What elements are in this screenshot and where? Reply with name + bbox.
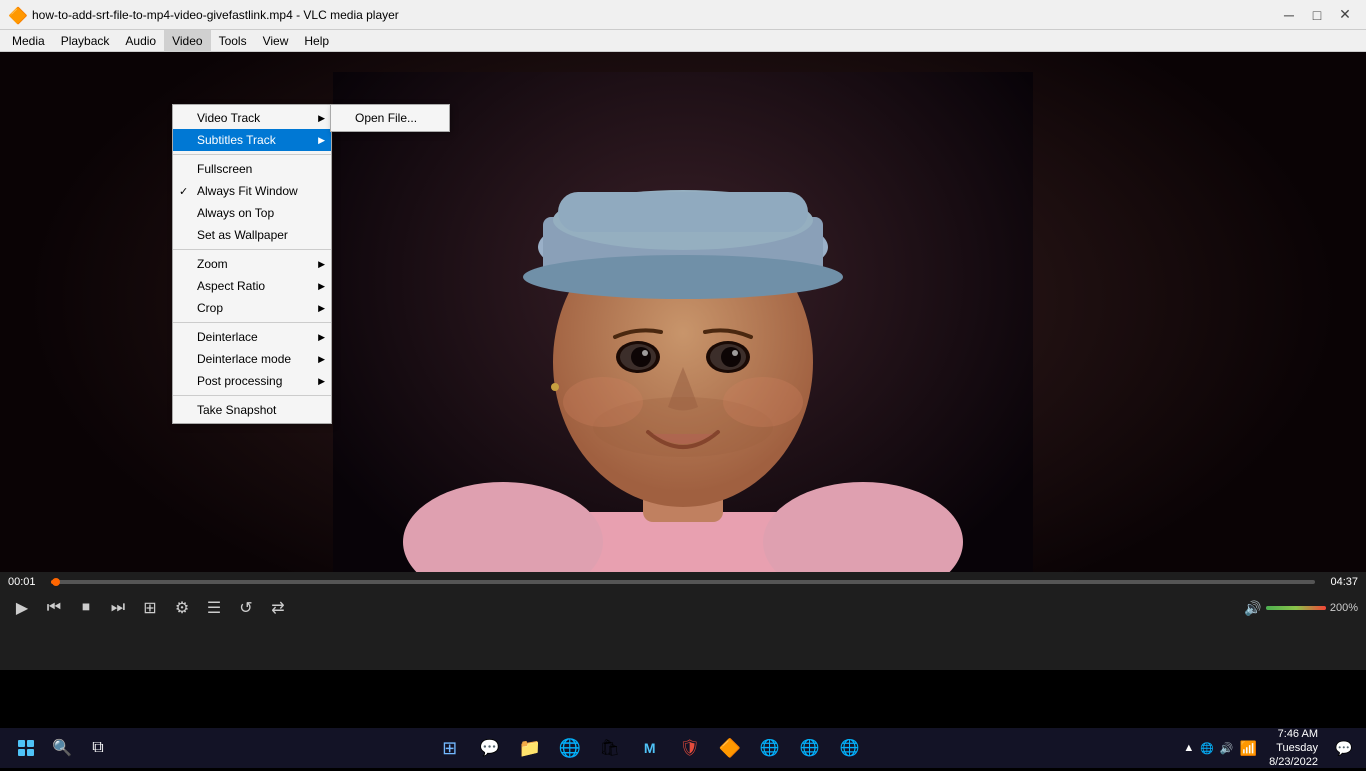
menu-help[interactable]: Help — [296, 30, 337, 52]
control-bar: 00:01 04:37 ▶ ⏮ ⏹ ⏭ ⊞ ⚙ ☰ ↺ ⇄ 🔊 200% — [0, 572, 1366, 670]
time-total: 04:37 — [1323, 576, 1358, 588]
taskbar-icon-chrome-3[interactable]: 🌐 — [832, 730, 868, 766]
taskbar-icon-vlc[interactable]: 🔶 — [712, 730, 748, 766]
video-area: Video Track Subtitles Track Fullscreen A… — [0, 52, 1366, 670]
random-button[interactable]: ⇄ — [264, 594, 292, 622]
menu-item-crop[interactable]: Crop — [173, 297, 331, 319]
stop-button[interactable]: ⏹ — [72, 594, 100, 622]
controls-row: ▶ ⏮ ⏹ ⏭ ⊞ ⚙ ☰ ↺ ⇄ 🔊 200% — [0, 590, 1366, 626]
loop-button[interactable]: ↺ — [232, 594, 260, 622]
progress-area: 00:01 04:37 — [0, 572, 1366, 590]
maximize-button[interactable]: □ — [1304, 4, 1330, 26]
menu-item-zoom[interactable]: Zoom — [173, 253, 331, 275]
separator-2 — [173, 249, 331, 250]
volume-label: 200% — [1330, 602, 1358, 614]
menu-item-subtitles-track[interactable]: Subtitles Track — [173, 129, 331, 151]
menu-playback[interactable]: Playback — [53, 30, 118, 52]
clock-date-full: 8/23/2022 — [1269, 755, 1318, 769]
menubar: Media Playback Audio Video Tools View He… — [0, 30, 1366, 52]
menu-item-open-file[interactable]: Open File... — [331, 107, 449, 129]
menu-item-always-on-top[interactable]: Always on Top — [173, 202, 331, 224]
progress-dot — [52, 578, 60, 586]
taskbar-icon-widgets[interactable]: ⊞ — [432, 730, 468, 766]
subtitles-submenu: Open File... — [330, 104, 450, 132]
volume-bar[interactable] — [1266, 606, 1326, 610]
video-menu-dropdown: Video Track Subtitles Track Fullscreen A… — [172, 104, 332, 424]
volume-area: 🔊 200% — [1244, 600, 1358, 617]
menu-item-post-processing[interactable]: Post processing — [173, 370, 331, 392]
show-playlist-button[interactable]: ☰ — [200, 594, 228, 622]
menu-audio[interactable]: Audio — [117, 30, 164, 52]
menu-item-video-track[interactable]: Video Track — [173, 107, 331, 129]
clock-widget[interactable]: 7:46 AM Tuesday 8/23/2022 — [1265, 725, 1322, 771]
previous-button[interactable]: ⏮ — [40, 594, 68, 622]
toggle-playlist-button[interactable]: ⊞ — [136, 594, 164, 622]
start-button[interactable] — [8, 730, 44, 766]
next-button[interactable]: ⏭ — [104, 594, 132, 622]
notification-button[interactable]: 💬 — [1330, 734, 1358, 762]
show-hidden-tray-button[interactable]: ▲ — [1183, 742, 1194, 754]
window-controls: ─ □ ✕ — [1276, 4, 1358, 26]
taskbar-icon-chrome-2[interactable]: 🌐 — [792, 730, 828, 766]
menu-tools[interactable]: Tools — [211, 30, 255, 52]
separator-1 — [173, 154, 331, 155]
close-button[interactable]: ✕ — [1332, 4, 1358, 26]
play-button[interactable]: ▶ — [8, 594, 36, 622]
clock-date: Tuesday — [1269, 741, 1318, 755]
volume-icon: 🔊 — [1244, 600, 1261, 617]
volume-fill — [1266, 606, 1326, 610]
taskbar-center: ⊞ 💬 📁 🌐 🛍 M 🛡 🔶 🌐 🌐 🌐 — [116, 730, 1183, 766]
vlc-logo-icon: 🔶 — [8, 6, 26, 24]
window-title: how-to-add-srt-file-to-mp4-video-givefas… — [32, 8, 399, 22]
tray-network-icon[interactable]: 🌐 — [1200, 742, 1214, 755]
time-current: 00:01 — [8, 576, 43, 588]
taskbar-icon-edge[interactable]: 🌐 — [552, 730, 588, 766]
taskbar-right: ▲ 🌐 🔊 📶 7:46 AM Tuesday 8/23/2022 💬 — [1183, 725, 1358, 771]
menu-item-set-as-wallpaper[interactable]: Set as Wallpaper — [173, 224, 331, 246]
titlebar-left: 🔶 how-to-add-srt-file-to-mp4-video-givef… — [8, 6, 399, 24]
taskbar-icon-manictime[interactable]: M — [632, 730, 668, 766]
progress-bar[interactable] — [51, 580, 1315, 584]
taskbar-icon-chat[interactable]: 💬 — [472, 730, 508, 766]
menu-item-deinterlace[interactable]: Deinterlace — [173, 326, 331, 348]
separator-3 — [173, 322, 331, 323]
minimize-button[interactable]: ─ — [1276, 4, 1302, 26]
taskbar: 🔍 ⧉ ⊞ 💬 📁 🌐 🛍 M 🛡 🔶 🌐 🌐 🌐 ▲ 🌐 🔊 📶 7:46 A… — [0, 728, 1366, 768]
taskbar-icon-explorer[interactable]: 📁 — [512, 730, 548, 766]
menu-view[interactable]: View — [255, 30, 297, 52]
taskbar-icon-mcafee[interactable]: 🛡 — [672, 730, 708, 766]
taskbar-icon-chrome-1[interactable]: 🌐 — [752, 730, 788, 766]
task-view-button[interactable]: ⧉ — [80, 730, 116, 766]
titlebar: 🔶 how-to-add-srt-file-to-mp4-video-givef… — [0, 0, 1366, 30]
tray-volume-icon[interactable]: 🔊 — [1220, 742, 1234, 755]
menu-item-deinterlace-mode[interactable]: Deinterlace mode — [173, 348, 331, 370]
separator-4 — [173, 395, 331, 396]
menu-media[interactable]: Media — [4, 30, 53, 52]
menu-item-aspect-ratio[interactable]: Aspect Ratio — [173, 275, 331, 297]
extended-settings-button[interactable]: ⚙ — [168, 594, 196, 622]
search-button[interactable]: 🔍 — [44, 730, 80, 766]
menu-item-fullscreen[interactable]: Fullscreen — [173, 158, 331, 180]
menu-item-take-snapshot[interactable]: Take Snapshot — [173, 399, 331, 421]
clock-time: 7:46 AM — [1269, 727, 1318, 741]
system-tray: ▲ 🌐 🔊 📶 — [1183, 740, 1257, 757]
windows-logo-icon — [18, 740, 34, 756]
menu-video[interactable]: Video — [164, 30, 210, 52]
menu-item-always-fit-window[interactable]: Always Fit Window — [173, 180, 331, 202]
tray-wifi-icon[interactable]: 📶 — [1240, 740, 1257, 757]
taskbar-icon-store[interactable]: 🛍 — [592, 730, 628, 766]
